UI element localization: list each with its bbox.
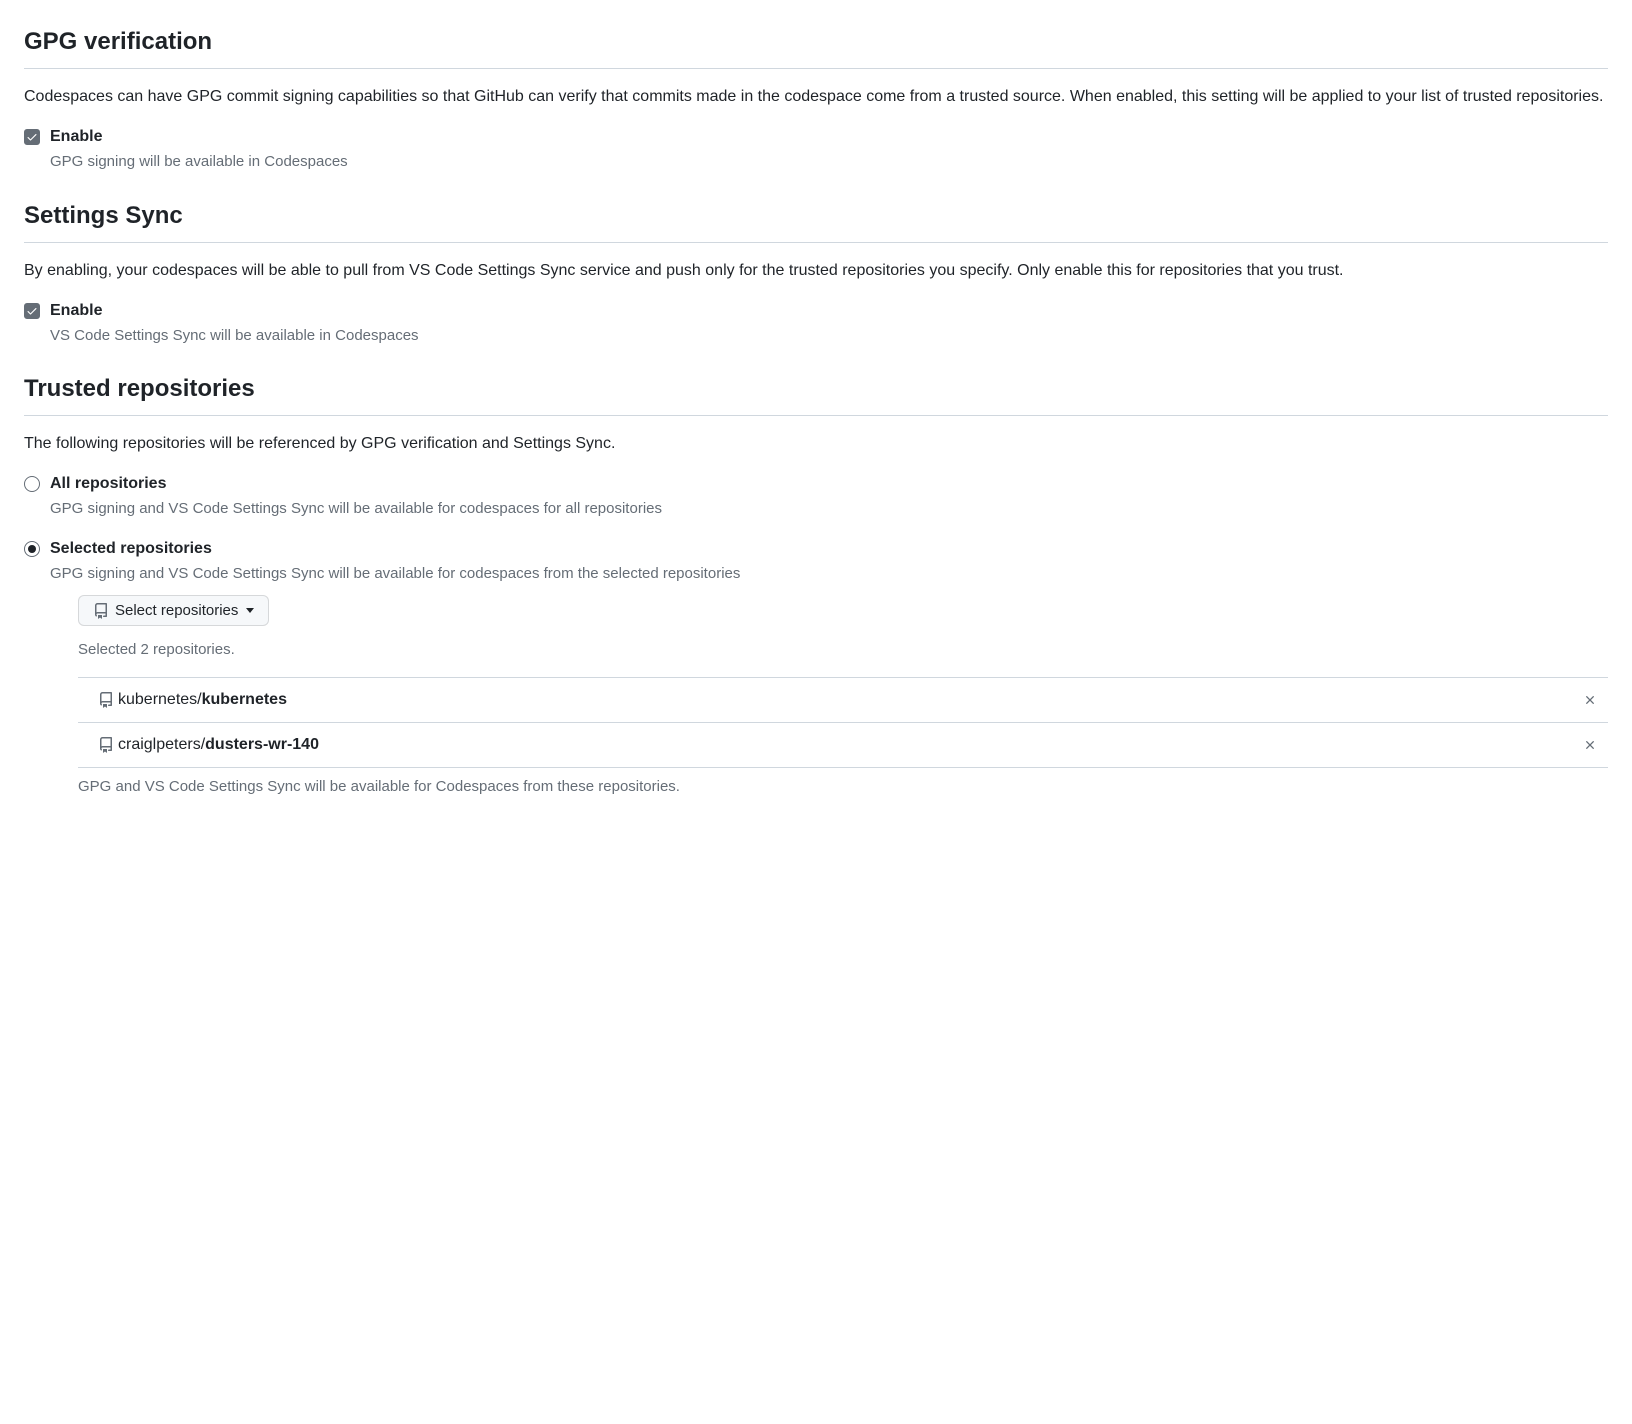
repo-path: kubernetes/kubernetes xyxy=(118,688,1578,712)
gpg-heading: GPG verification xyxy=(24,24,1608,69)
repo-list: kubernetes/kubernetes craiglpeters/duste… xyxy=(78,677,1608,768)
chevron-down-icon xyxy=(246,608,254,613)
trusted-selected-label: Selected repositories xyxy=(50,537,1608,561)
select-repositories-button[interactable]: Select repositories xyxy=(78,595,269,626)
check-icon xyxy=(26,305,38,317)
select-repositories-label: Select repositories xyxy=(115,602,238,619)
repo-list-item: kubernetes/kubernetes xyxy=(78,677,1608,722)
gpg-enable-checkbox[interactable] xyxy=(24,129,40,145)
repo-owner: kubernetes/ xyxy=(118,691,202,708)
gpg-enable-option: Enable GPG signing will be available in … xyxy=(24,125,1608,174)
close-icon xyxy=(1583,693,1597,707)
remove-repo-button[interactable] xyxy=(1578,688,1602,712)
repo-list-item: craiglpeters/dusters-wr-140 xyxy=(78,722,1608,768)
gpg-enable-sub: GPG signing will be available in Codespa… xyxy=(50,151,1608,174)
trusted-selected-option: Selected repositories GPG signing and VS… xyxy=(24,537,1608,799)
trusted-all-option: All repositories GPG signing and VS Code… xyxy=(24,472,1608,521)
trusted-all-label: All repositories xyxy=(50,472,1608,496)
sync-enable-sub: VS Code Settings Sync will be available … xyxy=(50,325,1608,348)
close-icon xyxy=(1583,738,1597,752)
trusted-heading: Trusted repositories xyxy=(24,371,1608,416)
repo-list-note: GPG and VS Code Settings Sync will be av… xyxy=(78,776,1608,799)
trusted-all-radio[interactable] xyxy=(24,476,40,492)
selected-count-text: Selected 2 repositories. xyxy=(78,639,1608,662)
repo-owner: craiglpeters/ xyxy=(118,736,205,753)
repo-icon xyxy=(98,737,114,753)
repo-name: kubernetes xyxy=(202,691,287,708)
sync-description: By enabling, your codespaces will be abl… xyxy=(24,259,1608,283)
sync-enable-checkbox[interactable] xyxy=(24,303,40,319)
gpg-section: GPG verification Codespaces can have GPG… xyxy=(24,24,1608,174)
sync-heading: Settings Sync xyxy=(24,198,1608,243)
trusted-all-sub: GPG signing and VS Code Settings Sync wi… xyxy=(50,498,1608,521)
repo-path: craiglpeters/dusters-wr-140 xyxy=(118,733,1578,757)
repo-name: dusters-wr-140 xyxy=(205,736,319,753)
gpg-enable-label: Enable xyxy=(50,125,1608,149)
remove-repo-button[interactable] xyxy=(1578,733,1602,757)
repo-icon xyxy=(98,692,114,708)
gpg-description: Codespaces can have GPG commit signing c… xyxy=(24,85,1608,109)
trusted-section: Trusted repositories The following repos… xyxy=(24,371,1608,799)
check-icon xyxy=(26,131,38,143)
sync-enable-option: Enable VS Code Settings Sync will be ava… xyxy=(24,299,1608,348)
sync-section: Settings Sync By enabling, your codespac… xyxy=(24,198,1608,348)
trusted-description: The following repositories will be refer… xyxy=(24,432,1608,456)
repo-icon xyxy=(93,603,109,619)
trusted-selected-sub: GPG signing and VS Code Settings Sync wi… xyxy=(50,563,1608,586)
trusted-selected-radio[interactable] xyxy=(24,541,40,557)
sync-enable-label: Enable xyxy=(50,299,1608,323)
